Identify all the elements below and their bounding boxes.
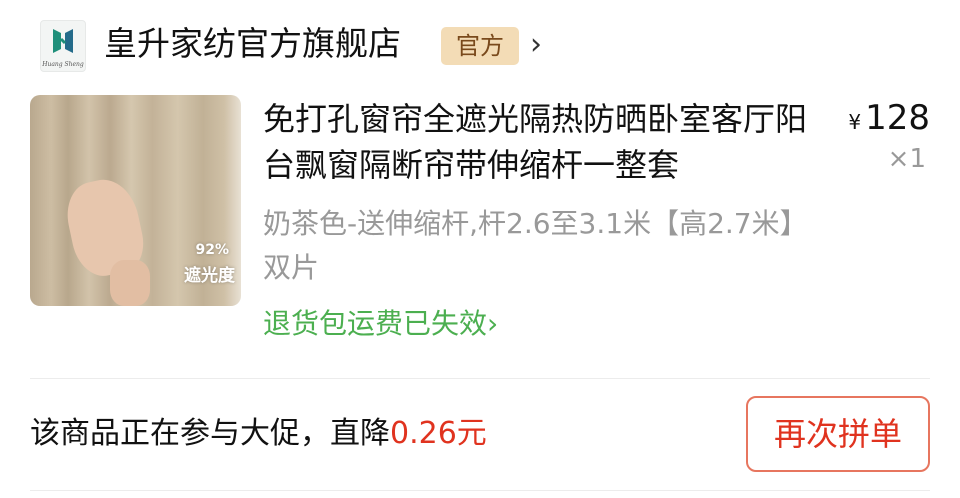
promo-amount: 0.26元 <box>390 416 487 451</box>
chevron-right-icon: › <box>487 307 499 340</box>
svg-text:Huang Sheng: Huang Sheng <box>41 61 84 68</box>
product-image[interactable]: 92% 遮光度 <box>30 95 241 306</box>
promo-label: 该商品正在参与大促，直降 <box>30 416 390 451</box>
shade-percent: 92% <box>195 242 229 258</box>
store-name[interactable]: 皇升家纺官方旗舰店 <box>104 22 401 66</box>
rebuy-button[interactable]: 再次拼单 <box>746 396 930 472</box>
product-price: ¥128 <box>848 96 930 144</box>
divider <box>30 490 930 491</box>
return-shipping-label: 退货包运费已失效 <box>263 307 488 340</box>
return-shipping-link[interactable]: 退货包运费已失效› <box>263 302 498 346</box>
price-value: 128 <box>865 98 930 138</box>
store-logo[interactable]: Huang Sheng <box>40 20 86 72</box>
product-title[interactable]: 免打孔窗帘全遮光隔热防晒卧室客厅阳台飘窗隔断帘带伸缩杆一整套 <box>263 96 813 188</box>
store-logo-icon: Huang Sheng <box>41 29 84 68</box>
divider <box>30 378 930 379</box>
official-badge: 官方 <box>441 27 519 65</box>
chevron-right-icon[interactable]: › <box>530 25 542 65</box>
product-quantity: ×1 <box>887 144 926 174</box>
shade-label: 遮光度 <box>184 266 235 286</box>
currency-symbol: ¥ <box>848 110 862 134</box>
promo-text: 该商品正在参与大促，直降0.26元 <box>30 410 487 458</box>
product-spec: 奶茶色-送伸缩杆,杆2.6至3.1米【高2.7米】双片 <box>263 207 794 284</box>
